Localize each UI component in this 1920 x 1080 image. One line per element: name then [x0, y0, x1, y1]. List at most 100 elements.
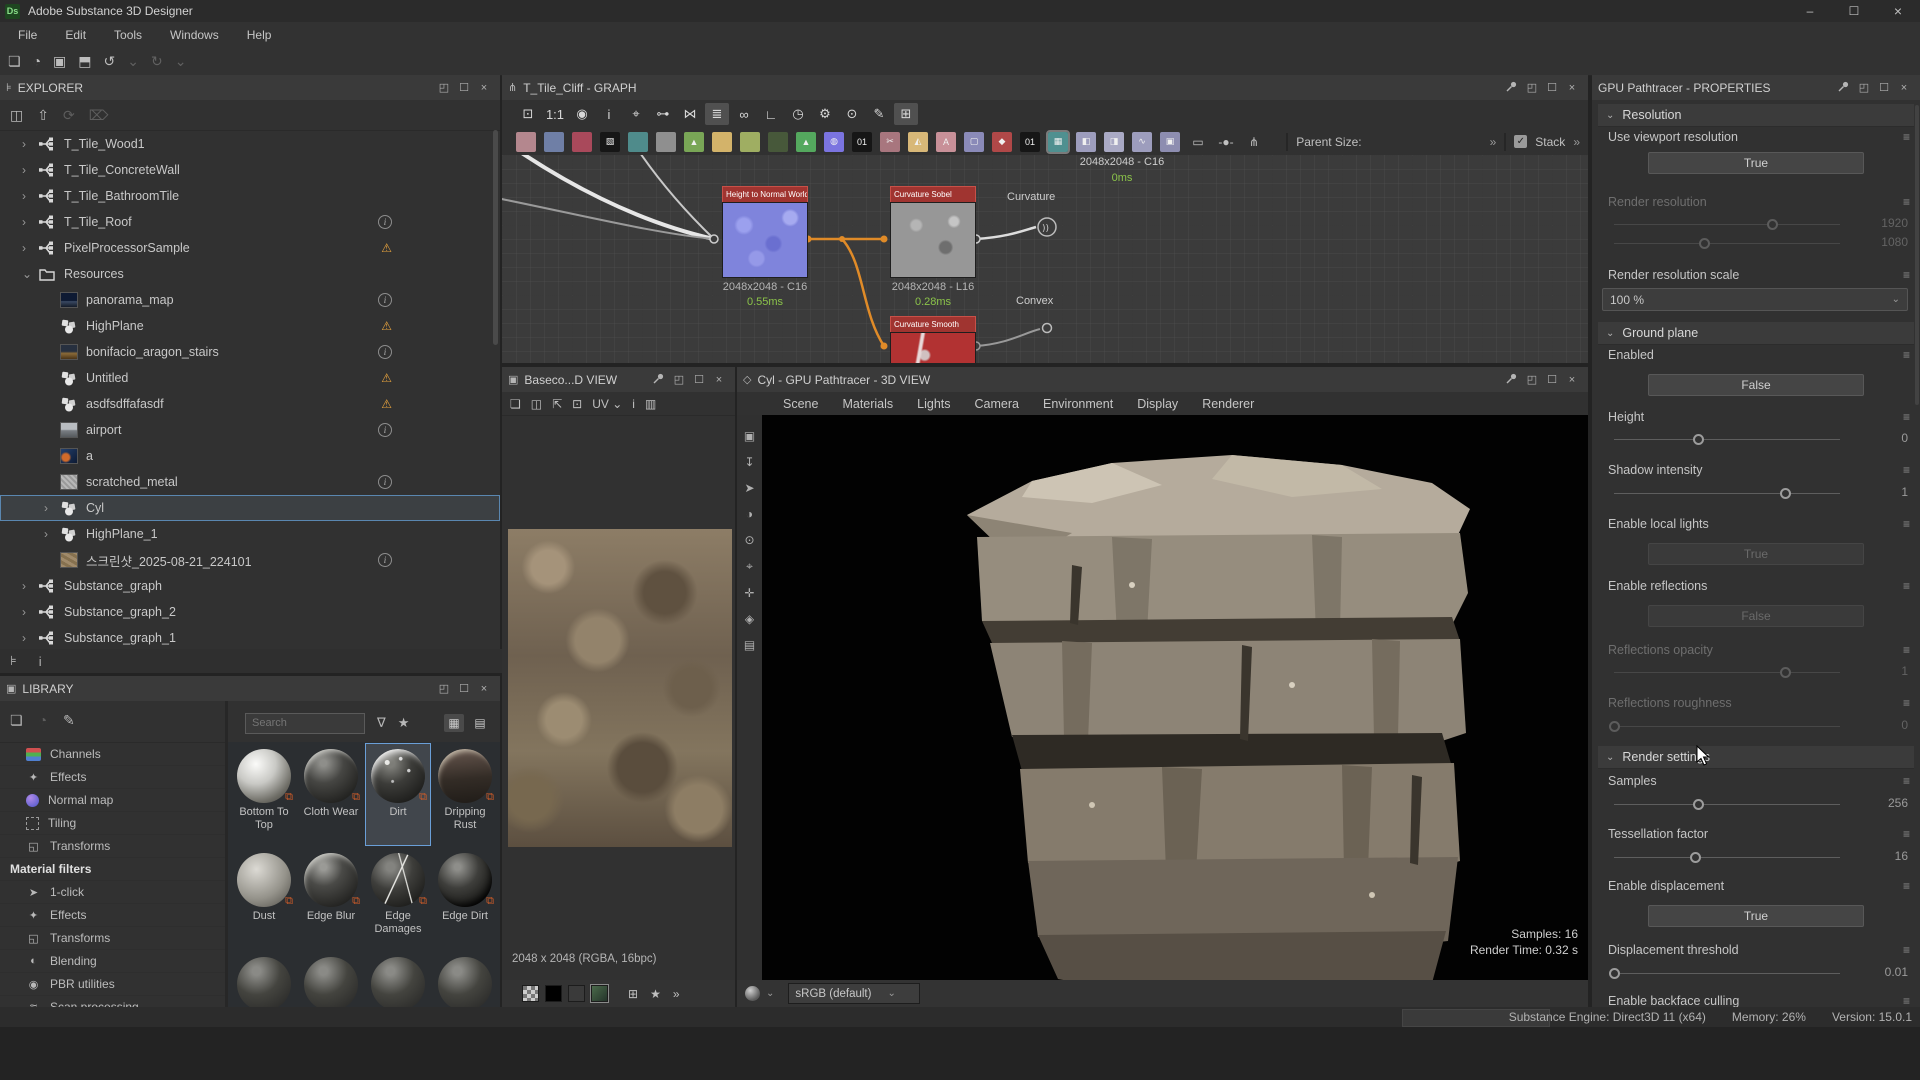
material-thumbnail[interactable]: ⧉ [432, 951, 498, 1007]
tree-item[interactable]: asdfsdffafasdf ⚠ [0, 391, 500, 417]
library-category[interactable]: ✦ Effects [0, 904, 225, 927]
close-icon[interactable]: × [1894, 82, 1914, 94]
node-type-icon[interactable]: ▣ [1160, 132, 1180, 152]
tree-item[interactable]: › T_Tile_ConcreteWall [0, 157, 500, 183]
footer-tab-icon[interactable]: i [39, 654, 42, 669]
toolbar-icon[interactable]: ▣ [53, 53, 66, 70]
favorite-icon[interactable]: ★ [650, 987, 661, 1001]
explorer-tool-icon[interactable]: ◫ [10, 107, 23, 124]
overflow-icon[interactable]: » [673, 987, 680, 1001]
bg-custom-swatch[interactable] [591, 985, 608, 1002]
minimize-button[interactable]: – [1788, 0, 1832, 22]
reflections-opacity-slider[interactable] [1614, 666, 1840, 679]
library-tool-icon[interactable]: ◔ [39, 712, 47, 728]
info-dropdown[interactable]: i [632, 397, 635, 411]
node-type-icon[interactable]: ▦ [1048, 132, 1068, 152]
stack-checkbox[interactable]: ✓ [1514, 135, 1527, 148]
texture-2d-view[interactable] [508, 529, 732, 847]
ground-enabled-toggle[interactable]: False [1648, 374, 1864, 396]
menu-item[interactable]: Tools [100, 28, 156, 42]
graph-tool-icon[interactable]: ⊞ [894, 103, 918, 125]
parent-size-expand[interactable]: » [1490, 135, 1497, 149]
graph-tool-icon[interactable]: ⊡ [516, 103, 540, 125]
close-icon[interactable]: × [1562, 82, 1582, 94]
bg-grey-swatch[interactable] [568, 985, 585, 1002]
toolbar-icon[interactable]: ⬒ [78, 53, 91, 70]
view3d-tool-icon[interactable]: ↧ [744, 455, 754, 469]
node-type-icon[interactable]: ◍ [824, 132, 844, 152]
shadow-intensity-slider[interactable] [1614, 487, 1840, 500]
bg-checker-swatch[interactable] [522, 985, 539, 1002]
node-type-icon[interactable]: ▧ [600, 132, 620, 152]
prop-menu-icon[interactable]: ≡ [1903, 827, 1910, 841]
render-height-slider[interactable] [1614, 237, 1840, 250]
tree-item[interactable]: › T_Tile_BathroomTile [0, 183, 500, 209]
node-type-icon[interactable]: ◨ [1104, 132, 1124, 152]
tree-item[interactable]: › PixelProcessorSample ⚠ [0, 235, 500, 261]
tree-item[interactable]: Untitled ⚠ [0, 365, 500, 391]
tree-item[interactable]: › Substance_graph_1 [0, 625, 500, 649]
explorer-tool-icon[interactable]: ⇧ [37, 107, 49, 124]
view2d-tool-icon[interactable]: ◫ [531, 397, 542, 411]
node-type-icon[interactable] [740, 132, 760, 152]
explorer-tool-icon[interactable]: ⟳ [63, 107, 75, 124]
colorspace-select[interactable]: sRGB (default)⌄ [788, 983, 920, 1004]
graph-tool-icon[interactable]: ✎ [867, 103, 891, 125]
expand-chevron-icon[interactable]: › [44, 501, 60, 515]
view-mode-icon[interactable]: ▦ [444, 714, 464, 732]
view3d-menu-item[interactable]: Camera [965, 397, 1029, 411]
float-icon[interactable]: ◰ [1854, 81, 1874, 94]
prop-menu-icon[interactable]: ≡ [1903, 195, 1910, 209]
tree-item[interactable]: 스크린샷_2025-08-21_224101 i [0, 547, 500, 573]
material-thumbnail[interactable]: ⧉ Cloth Wear [298, 743, 364, 846]
expand-chevron-icon[interactable]: › [22, 241, 38, 255]
view2d-tool-icon[interactable]: ❏ [510, 397, 521, 411]
tiling-icon[interactable]: ⊞ [628, 987, 638, 1001]
graph-tool-icon[interactable]: ∞ [732, 103, 756, 125]
graph-tool-icon[interactable]: ⚙ [813, 103, 837, 125]
tree-item[interactable]: scratched_metal i [0, 469, 500, 495]
menu-item[interactable]: Windows [156, 28, 233, 42]
library-tool-icon[interactable]: ❏ [10, 712, 23, 729]
node-type-icon[interactable]: A [936, 132, 956, 152]
node-type-icon[interactable]: ▲ [684, 132, 704, 152]
material-thumbnail[interactable]: ⧉ Edge Damages [365, 847, 431, 950]
material-thumbnail[interactable]: ⧉ [231, 951, 297, 1007]
favorite-icon[interactable]: ★ [398, 715, 410, 731]
float-icon[interactable]: ◰ [434, 81, 454, 94]
maximize-icon[interactable]: ☐ [1542, 81, 1562, 94]
view3d-menu-item[interactable]: Environment [1033, 397, 1123, 411]
expand-chevron-icon[interactable]: › [22, 189, 38, 203]
close-button[interactable]: × [1876, 0, 1920, 22]
material-thumbnail[interactable]: ⧉ [298, 951, 364, 1007]
view3d-menu-item[interactable]: Renderer [1192, 397, 1264, 411]
graph-tool-icon[interactable]: ⋈ [678, 103, 702, 125]
explorer-tool-icon[interactable]: ⌦ [89, 107, 109, 124]
render-resolution-scale-select[interactable]: 100 %⌄ [1602, 288, 1908, 311]
view-mode-icon[interactable]: ▤ [470, 714, 490, 732]
node-type-icon[interactable]: 01 [1020, 132, 1040, 152]
tree-item[interactable]: › T_Tile_Wood1 [0, 131, 500, 157]
render-viewport[interactable]: Samples: 16 Render Time: 0.32 s [762, 415, 1588, 980]
view3d-menu-item[interactable]: Display [1127, 397, 1188, 411]
expand-chevron-icon[interactable]: › [22, 163, 38, 177]
toolbar-icon[interactable]: ↻ [151, 53, 163, 70]
maximize-icon[interactable]: ☐ [689, 373, 709, 386]
library-category[interactable]: Normal map [0, 789, 225, 812]
toolbar-icon[interactable]: ❏ [8, 53, 21, 70]
tree-item[interactable]: › Substance_graph_2 [0, 599, 500, 625]
pin-icon[interactable] [1502, 80, 1522, 95]
graph-tool-icon[interactable]: ◉ [570, 103, 594, 125]
graph-node-curvature-sobel[interactable]: Curvature Sobel [890, 186, 976, 278]
prop-menu-icon[interactable]: ≡ [1903, 348, 1910, 362]
view3d-menu-item[interactable]: Lights [907, 397, 960, 411]
float-icon[interactable]: ◰ [669, 373, 689, 386]
node-type-icon[interactable] [628, 132, 648, 152]
prop-menu-icon[interactable]: ≡ [1903, 517, 1910, 531]
close-icon[interactable]: × [474, 683, 494, 695]
prop-menu-icon[interactable]: ≡ [1903, 774, 1910, 788]
maximize-icon[interactable]: ☐ [454, 682, 474, 695]
prop-menu-icon[interactable]: ≡ [1903, 943, 1910, 957]
prop-menu-icon[interactable]: ≡ [1903, 130, 1910, 144]
node-type-icon[interactable]: ▲ [796, 132, 816, 152]
